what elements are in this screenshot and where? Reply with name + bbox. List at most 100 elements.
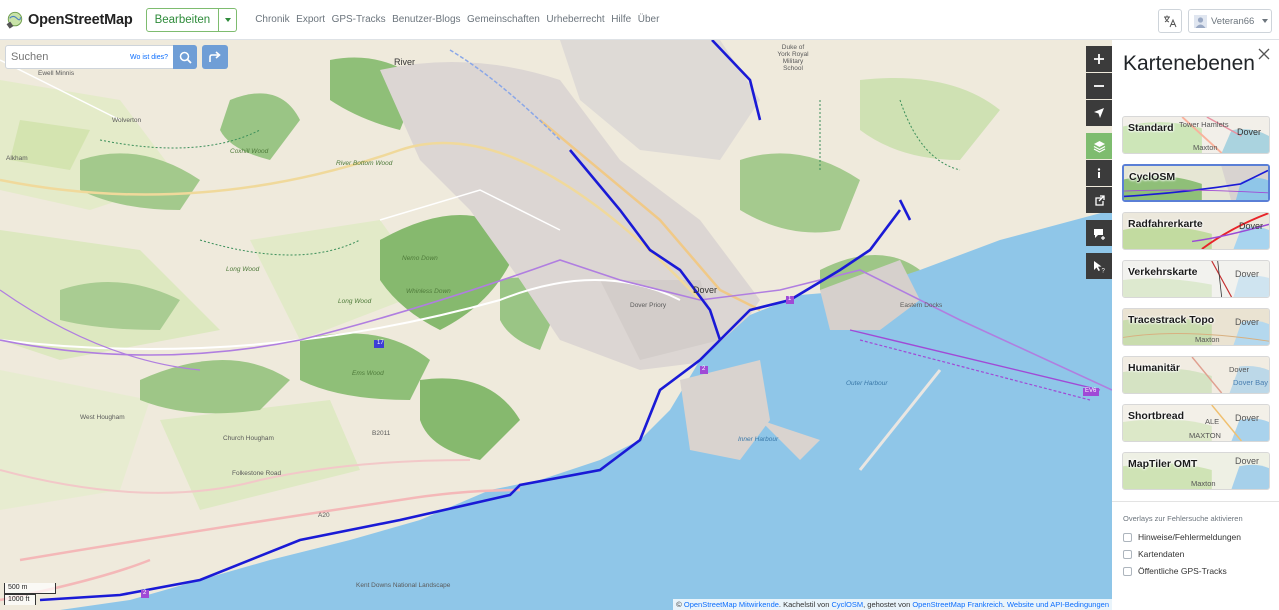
layer-option-transport-map[interactable]: Verkehrskarte Dover [1122,260,1270,298]
nav-history[interactable]: Chronik [255,14,289,25]
zoom-out-button[interactable] [1086,73,1112,99]
thumb-label: Dover [1239,221,1264,231]
terms-link[interactable]: Website und API-Bedingungen [1007,600,1109,609]
thumb-label: Tower Hamlets [1179,120,1229,129]
directions-button[interactable] [202,45,228,69]
thumb-label: MAXTON [1189,431,1221,440]
svg-text:?: ? [1101,268,1105,273]
locate-button[interactable] [1086,100,1112,126]
location-arrow-icon [1094,108,1104,118]
layer-option-standard[interactable]: Standard Tower Hamlets Dover Maxton [1122,116,1270,154]
thumb-label: Dover [1229,365,1250,374]
overlay-gps-traces-checkbox[interactable] [1123,566,1132,576]
overlay-label: Öffentliche GPS-Tracks [1138,566,1227,576]
info-icon [1097,168,1101,178]
map-label: Dover [693,285,718,295]
thumb-label: Dover [1235,456,1260,466]
nav-communities[interactable]: Gemeinschaften [467,14,540,25]
close-icon[interactable] [1258,48,1270,60]
map-key-button[interactable] [1086,160,1112,186]
map-canvas[interactable]: Ewell Minnis Wolverton Alkham River Coxh… [0,40,1112,610]
layer-option-tracestrack-topo[interactable]: Tracestrack Topo Dover Maxton [1122,308,1270,346]
layer-option-humanitarian[interactable]: Humanitär Dover Dover Bay [1122,356,1270,394]
layer-list: Standard Tower Hamlets Dover Maxton Cycl… [1122,116,1270,500]
overlay-map-data-checkbox[interactable] [1123,549,1132,559]
nav-copyright[interactable]: Urheberrecht [546,14,604,25]
thumb-label: Dover Bay [1233,378,1269,387]
share-button[interactable] [1086,187,1112,213]
layer-name: Tracestrack Topo [1128,314,1215,326]
nav-export[interactable]: Export [296,14,325,25]
nav-help[interactable]: Hilfe [611,14,631,25]
map-label: Coxhill Wood [230,148,269,155]
overlay-notes-checkbox[interactable] [1123,532,1132,542]
attribution-text: © [676,600,684,609]
edit-button-group: Bearbeiten [145,7,238,32]
search-button[interactable] [173,45,197,69]
search-box: Wo ist dies? [5,45,197,69]
query-features-button[interactable]: ? [1086,253,1112,279]
route-shield: EV6 [1085,388,1097,394]
top-navbar: OpenStreetMap Bearbeiten Chronik Export … [0,0,1279,40]
overlay-notes[interactable]: Hinweise/Fehlermeldungen [1123,532,1241,542]
map-label: Dover Priory [630,302,667,309]
zoom-in-button[interactable] [1086,46,1112,72]
search-input[interactable] [11,51,131,63]
chevron-down-icon [224,17,231,22]
thumb-label: Dover [1235,269,1260,279]
map-controls: ? [1086,46,1112,280]
thumb-label: Dover [1235,317,1260,327]
map-label: Ems Wood [352,370,384,377]
overlays-heading: Overlays zur Fehlersuche aktivieren [1123,514,1243,523]
nav-user-diaries[interactable]: Benutzer-Blogs [392,14,460,25]
divider [1112,501,1279,502]
overlay-gps-traces[interactable]: Öffentliche GPS-Tracks [1123,566,1227,576]
map-label: Eastern Docks [900,302,943,309]
user-menu-button[interactable]: Veteran66 [1188,9,1272,33]
thumb-label: Dover [1235,413,1260,423]
nav-gps-traces[interactable]: GPS-Tracks [332,14,386,25]
scale-bar: 500 m 1000 ft [4,583,56,605]
add-note-button[interactable] [1086,220,1112,246]
layer-option-cyclosm[interactable]: CyclOSM [1122,164,1270,202]
thumb-label: Maxton [1195,335,1220,344]
layer-name: Humanitär [1128,362,1180,374]
osm-contributors-link[interactable]: OpenStreetMap Mitwirkende [684,600,779,609]
overlay-map-data[interactable]: Kartendaten [1123,549,1184,559]
route-shield: 1 [788,296,792,302]
overlay-label: Hinweise/Fehlermeldungen [1138,532,1242,542]
osm-france-link[interactable]: OpenStreetMap Frankreich [912,600,1002,609]
language-button[interactable] [1158,9,1182,33]
edit-button[interactable]: Bearbeiten [145,7,220,32]
username: Veteran66 [1211,15,1255,27]
layer-option-shortbread[interactable]: Shortbread Dover ALE MAXTON [1122,404,1270,442]
layer-name: Standard [1128,122,1174,134]
edit-dropdown-toggle[interactable] [219,7,238,32]
map-label: Wolverton [112,117,142,124]
note-add-icon [1093,228,1105,240]
map-attribution: © OpenStreetMap Mitwirkende. Kachelstil … [673,599,1112,610]
map-label: Outer Harbour [846,380,888,387]
map-label: Long Wood [338,298,372,305]
scale-imperial: 1000 ft [4,594,36,605]
chevron-down-icon [1262,19,1269,23]
osm-logo-link[interactable]: OpenStreetMap [6,11,133,29]
minus-icon [1094,85,1104,87]
map-label: Duke of York Royal Military School [777,44,809,72]
nav-about[interactable]: Über [638,14,660,25]
layers-icon [1093,140,1105,153]
attribution-text: , gehostet von [863,600,913,609]
map-layers-sidebar: Kartenebenen Standard Tower Hamlets Dove… [1112,40,1279,610]
attribution-text: . Kachelstil von [778,600,832,609]
translate-icon [1164,15,1177,28]
layer-option-maptiler-omt[interactable]: MapTiler OMT Dover Maxton [1122,452,1270,490]
map-label: Church Hougham [223,435,274,442]
map-label: A20 [318,512,330,519]
where-is-this-link[interactable]: Wo ist dies? [130,54,168,61]
scale-metric: 500 m [4,583,56,594]
map-label: B2011 [372,430,391,437]
cursor-question-icon: ? [1093,260,1105,273]
layer-option-cycle-map[interactable]: Radfahrerkarte Dover [1122,212,1270,250]
cyclosm-link[interactable]: CyclOSM [831,600,863,609]
layers-button[interactable] [1086,133,1112,159]
